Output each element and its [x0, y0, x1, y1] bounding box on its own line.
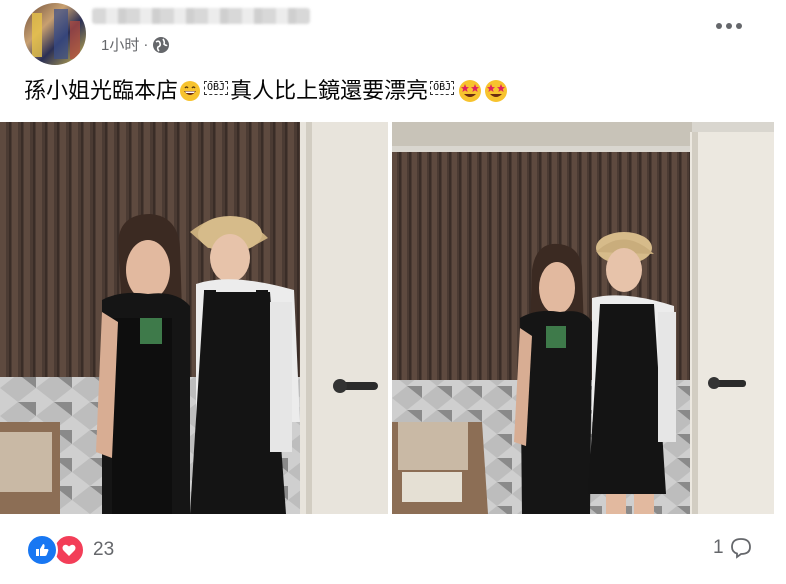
avatar-photo-detail: [70, 21, 80, 59]
post-meta: 1小时 ·: [101, 34, 170, 55]
meta-separator: ·: [143, 36, 149, 53]
caption-text-part2: 真人比上鏡還要漂亮: [230, 78, 429, 103]
author-avatar[interactable]: [24, 3, 86, 65]
avatar-photo-detail: [54, 9, 68, 59]
caption-text-part1: 孫小姐光臨本店: [24, 78, 179, 103]
reaction-count[interactable]: 23: [93, 539, 114, 561]
comment-icon: [730, 538, 751, 559]
grinning-emoji-icon: [180, 81, 201, 101]
object-placeholder-tag: OBJ: [430, 81, 455, 95]
post-photo-1[interactable]: [0, 122, 388, 514]
more-options-button[interactable]: [712, 12, 746, 40]
globe-icon[interactable]: [152, 36, 170, 54]
post-timestamp[interactable]: 1小时: [101, 34, 139, 55]
avatar-photo-detail: [32, 13, 42, 57]
star-struck-emoji-icon: [459, 80, 482, 102]
comment-count[interactable]: 1: [713, 537, 724, 559]
post-caption: 孫小姐光臨本店 OBJ 真人比上鏡還要漂亮 OBJ: [24, 77, 508, 105]
like-icon: [26, 534, 58, 566]
comments-summary[interactable]: 1: [713, 536, 753, 560]
more-options-icon: [716, 23, 742, 29]
reactions-summary[interactable]: 23: [26, 534, 114, 566]
post-photo-2[interactable]: [392, 122, 774, 514]
object-placeholder-tag: OBJ: [204, 81, 229, 95]
star-struck-emoji-icon: [485, 80, 508, 102]
author-name-blurred[interactable]: [92, 8, 310, 24]
